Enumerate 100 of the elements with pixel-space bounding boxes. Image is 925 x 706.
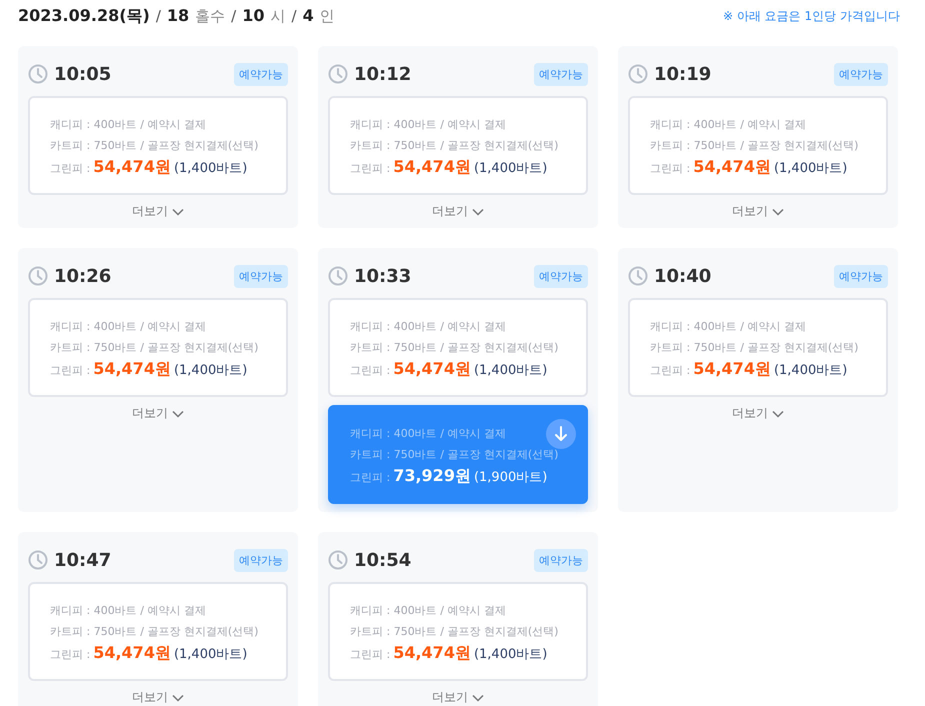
tee-time: 10:40 bbox=[654, 266, 712, 286]
tee-time: 10:54 bbox=[354, 550, 412, 570]
status-badge: 예약가능 bbox=[234, 548, 288, 572]
cart-fee: 카트피 : 750바트 / 골프장 현지결제(선택) bbox=[650, 138, 858, 154]
chevron-down-icon bbox=[172, 694, 184, 702]
fee-price: 54,474원 bbox=[393, 358, 471, 379]
price-note: ※ 아래 요금은 1인당 가격입니다 bbox=[723, 8, 900, 24]
more-button[interactable]: 더보기 bbox=[732, 405, 784, 422]
baht-amount: (1,400바트) bbox=[774, 160, 848, 178]
cart-fee: 카트피 : 750바트 / 골프장 현지결제(선택) bbox=[350, 447, 558, 463]
fee-label: 그린피 : bbox=[350, 161, 390, 177]
fee-label: 그린피 : bbox=[350, 470, 390, 486]
more-button[interactable]: 더보기 bbox=[432, 689, 484, 706]
status-badge: 예약가능 bbox=[534, 548, 588, 572]
caddie-fee: 캐디피 : 400바트 / 예약시 결제 bbox=[50, 117, 206, 133]
status-badge: 예약가능 bbox=[834, 62, 888, 86]
status-badge: 예약가능 bbox=[234, 264, 288, 288]
separator: / bbox=[292, 6, 297, 24]
fee-label: 그린피 : bbox=[50, 363, 90, 379]
summary-value: 10 bbox=[242, 6, 264, 24]
cart-fee: 카트피 : 750바트 / 골프장 현지결제(선택) bbox=[350, 138, 558, 154]
price-option[interactable]: 캐디피 : 400바트 / 예약시 결제 카트피 : 750바트 / 골프장 현지결제(선택) 그린피 : 54,474원 (1,400바트) bbox=[328, 582, 588, 681]
cart-fee: 카트피 : 750바트 / 골프장 현지결제(선택) bbox=[650, 340, 858, 356]
cart-fee: 카트피 : 750바트 / 골프장 현지결제(선택) bbox=[50, 138, 258, 154]
fee-label: 그린피 : bbox=[350, 363, 390, 379]
price-option[interactable]: 캐디피 : 400바트 / 예약시 결제 카트피 : 750바트 / 골프장 현지결제(선택) 그린피 : 54,474원 (1,400바트) bbox=[628, 96, 888, 195]
caddie-fee: 캐디피 : 400바트 / 예약시 결제 bbox=[350, 319, 506, 335]
summary-value: 2023.09.28(목) bbox=[18, 6, 150, 26]
chevron-down-icon bbox=[172, 410, 184, 418]
price-option[interactable]: 캐디피 : 400바트 / 예약시 결제 카트피 : 750바트 / 골프장 현지결제(선택) 그린피 : 54,474원 (1,400바트) bbox=[28, 582, 288, 681]
more-button[interactable]: 더보기 bbox=[732, 203, 784, 220]
clock-icon bbox=[328, 550, 348, 570]
more-button[interactable]: 더보기 bbox=[432, 203, 484, 220]
baht-amount: (1,400바트) bbox=[174, 160, 248, 178]
fee-label: 그린피 : bbox=[650, 363, 690, 379]
baht-amount: (1,400바트) bbox=[774, 362, 848, 380]
price-option[interactable]: 캐디피 : 400바트 / 예약시 결제 카트피 : 750바트 / 골프장 현지결제(선택) 그린피 : 73,929원 (1,900바트) bbox=[328, 405, 588, 504]
status-badge: 예약가능 bbox=[834, 264, 888, 288]
separator: / bbox=[231, 6, 236, 24]
tee-time: 10:26 bbox=[54, 266, 112, 286]
status-badge: 예약가능 bbox=[534, 62, 588, 86]
price-option[interactable]: 캐디피 : 400바트 / 예약시 결제 카트피 : 750바트 / 골프장 현지결제(선택) 그린피 : 54,474원 (1,400바트) bbox=[328, 298, 588, 397]
more-button[interactable]: 더보기 bbox=[132, 203, 184, 220]
cart-fee: 카트피 : 750바트 / 골프장 현지결제(선택) bbox=[50, 340, 258, 356]
cart-fee: 카트피 : 750바트 / 골프장 현지결제(선택) bbox=[350, 340, 558, 356]
price-option[interactable]: 캐디피 : 400바트 / 예약시 결제 카트피 : 750바트 / 골프장 현지결제(선택) 그린피 : 54,474원 (1,400바트) bbox=[28, 298, 288, 397]
tee-time: 10:47 bbox=[54, 550, 112, 570]
cart-fee: 카트피 : 750바트 / 골프장 현지결제(선택) bbox=[50, 624, 258, 640]
separator: / bbox=[156, 6, 161, 24]
caddie-fee: 캐디피 : 400바트 / 예약시 결제 bbox=[350, 117, 506, 133]
caddie-fee: 캐디피 : 400바트 / 예약시 결제 bbox=[350, 603, 506, 619]
more-button[interactable]: 더보기 bbox=[132, 689, 184, 706]
summary-unit: 홀수 bbox=[195, 6, 226, 26]
cart-fee: 카트피 : 750바트 / 골프장 현지결제(선택) bbox=[350, 624, 558, 640]
more-button[interactable]: 더보기 bbox=[132, 405, 184, 422]
fee-price: 54,474원 bbox=[93, 156, 171, 177]
tee-time: 10:33 bbox=[354, 266, 412, 286]
fee-price: 54,474원 bbox=[93, 642, 171, 663]
chevron-down-icon bbox=[472, 208, 484, 216]
clock-icon bbox=[628, 64, 648, 84]
chevron-down-icon bbox=[472, 694, 484, 702]
clock-icon bbox=[328, 266, 348, 286]
tee-time: 10:05 bbox=[54, 64, 112, 84]
fee-label: 그린피 : bbox=[650, 161, 690, 177]
fee-price: 73,929원 bbox=[393, 465, 471, 486]
tee-time: 10:12 bbox=[354, 64, 412, 84]
clock-icon bbox=[28, 550, 48, 570]
fee-price: 54,474원 bbox=[393, 642, 471, 663]
price-option[interactable]: 캐디피 : 400바트 / 예약시 결제 카트피 : 750바트 / 골프장 현지결제(선택) 그린피 : 54,474원 (1,400바트) bbox=[28, 96, 288, 195]
baht-amount: (1,400바트) bbox=[474, 646, 548, 664]
caddie-fee: 캐디피 : 400바트 / 예약시 결제 bbox=[350, 426, 506, 442]
clock-icon bbox=[328, 64, 348, 84]
caddie-fee: 캐디피 : 400바트 / 예약시 결제 bbox=[650, 319, 806, 335]
status-badge: 예약가능 bbox=[234, 62, 288, 86]
baht-amount: (1,400바트) bbox=[174, 362, 248, 380]
price-option[interactable]: 캐디피 : 400바트 / 예약시 결제 카트피 : 750바트 / 골프장 현지결제(선택) 그린피 : 54,474원 (1,400바트) bbox=[628, 298, 888, 397]
caddie-fee: 캐디피 : 400바트 / 예약시 결제 bbox=[50, 319, 206, 335]
baht-amount: (1,400바트) bbox=[474, 362, 548, 380]
fee-label: 그린피 : bbox=[50, 161, 90, 177]
chevron-down-icon bbox=[172, 208, 184, 216]
caddie-fee: 캐디피 : 400바트 / 예약시 결제 bbox=[650, 117, 806, 133]
baht-amount: (1,400바트) bbox=[174, 646, 248, 664]
baht-amount: (1,400바트) bbox=[474, 160, 548, 178]
summary-unit: 시 bbox=[270, 6, 286, 26]
clock-icon bbox=[628, 266, 648, 286]
fee-price: 54,474원 bbox=[693, 156, 771, 177]
tee-time: 10:19 bbox=[654, 64, 712, 84]
fee-label: 그린피 : bbox=[350, 647, 390, 663]
chevron-down-icon bbox=[772, 208, 784, 216]
chevron-down-icon bbox=[772, 410, 784, 418]
fee-price: 54,474원 bbox=[393, 156, 471, 177]
fee-price: 54,474원 bbox=[93, 358, 171, 379]
clock-icon bbox=[28, 64, 48, 84]
summary-value: 18 bbox=[166, 6, 190, 24]
price-option[interactable]: 캐디피 : 400바트 / 예약시 결제 카트피 : 750바트 / 골프장 현지결제(선택) 그린피 : 54,474원 (1,400바트) bbox=[328, 96, 588, 195]
status-badge: 예약가능 bbox=[534, 264, 588, 288]
fee-label: 그린피 : bbox=[50, 647, 90, 663]
caddie-fee: 캐디피 : 400바트 / 예약시 결제 bbox=[50, 603, 206, 619]
summary-value: 4 bbox=[302, 6, 314, 24]
clock-icon bbox=[28, 266, 48, 286]
